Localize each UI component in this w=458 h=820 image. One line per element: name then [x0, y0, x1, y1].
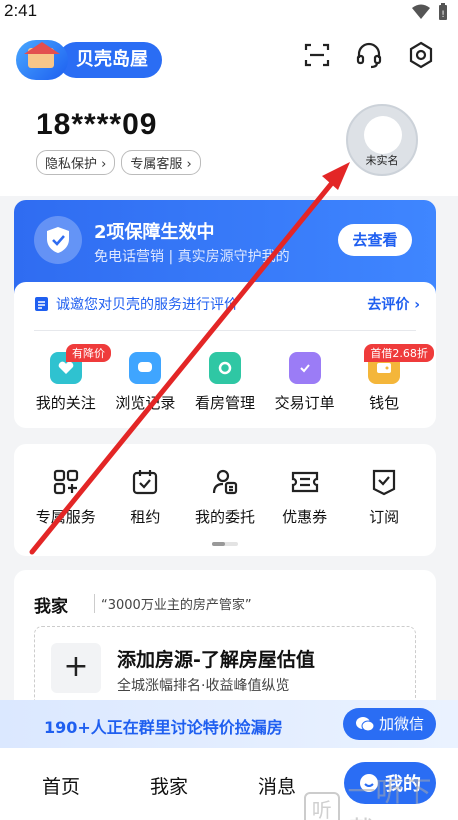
nav-messages[interactable]: 消息 — [258, 772, 296, 799]
settings-icon[interactable] — [406, 40, 436, 70]
calendar-icon — [129, 466, 161, 498]
app-logo: 贝壳岛屋 — [16, 40, 162, 80]
guarantee-title: 2项保障生效中 — [94, 222, 215, 243]
watermark: 听 一听下载 — [304, 770, 458, 820]
document-icon — [35, 297, 48, 311]
user-doc-icon — [209, 466, 241, 498]
evaluation-row[interactable]: 诚邀您对贝壳的服务进行评价 去评价 › — [34, 294, 420, 318]
service-entrust[interactable]: 我的委托 — [185, 466, 265, 527]
shortcut-viewing[interactable]: 看房管理 — [185, 352, 265, 413]
shortcut-orders[interactable]: 交易订单 — [265, 352, 345, 413]
guarantee-subtitle: 免电话营销 | 真实房源守护我的 — [94, 249, 290, 265]
privacy-chip[interactable]: 隐私保护 › — [36, 150, 116, 175]
headset-icon[interactable] — [354, 40, 384, 70]
add-property-title: 添加房源-了解房屋估值 — [117, 649, 315, 671]
grid-icon — [50, 466, 82, 498]
home-title: 我家 — [34, 597, 68, 617]
wifi-icon — [412, 4, 430, 19]
view-guarantee-button[interactable]: 去查看 — [338, 224, 412, 256]
shortcut-wallet[interactable]: 首借2.68折 钱包 — [344, 344, 434, 413]
avatar-face-icon — [364, 116, 402, 154]
divider — [34, 330, 416, 331]
battery-icon: ! — [439, 3, 447, 20]
price-drop-badge: 有降价 — [66, 344, 111, 362]
camera-icon — [208, 352, 241, 384]
service-lease[interactable]: 租约 — [106, 466, 186, 527]
wechat-icon — [355, 717, 375, 732]
home-subtitle: “3000万业主的房产管家” — [94, 594, 252, 613]
clipboard-icon — [288, 352, 321, 384]
shortcut-history[interactable]: 浏览记录 — [106, 352, 186, 413]
services-row: 专属服务 租约 我的委托 优惠券 订阅 — [14, 466, 436, 527]
status-bar: 2:41 ! — [0, 0, 458, 24]
avatar-verify-label: 未实名 — [365, 154, 399, 167]
service-subscribe[interactable]: 订阅 — [344, 466, 424, 527]
watermark-logo: 听 — [304, 792, 340, 820]
service-exclusive[interactable]: 专属服务 — [26, 466, 106, 527]
service-coupon[interactable]: 优惠券 — [265, 466, 345, 527]
shortcut-favorites[interactable]: 有降价 我的关注 — [26, 344, 111, 413]
group-text: 190+人正在群里讨论特价捡漏房 — [44, 718, 283, 737]
scan-icon[interactable] — [302, 40, 332, 70]
profile-header: 贝壳岛屋 18****09 隐私保护 › 专属客服 › 未实名 — [0, 24, 458, 196]
shortcuts-card: 诚邀您对贝壳的服务进行评价 去评价 › 有降价 我的关注 浏览记录 看房管理 交… — [14, 282, 436, 428]
message-icon — [129, 352, 162, 384]
island-house-icon — [16, 40, 68, 80]
user-phone: 18****09 — [36, 108, 158, 141]
shortcut-row: 有降价 我的关注 浏览记录 看房管理 交易订单 首借2.68折 钱包 — [14, 344, 436, 413]
page-indicator — [212, 542, 238, 546]
shield-icon — [34, 216, 82, 264]
evaluation-link[interactable]: 去评价 › — [367, 294, 420, 314]
status-time: 2:41 — [4, 1, 38, 20]
evaluation-text: 诚邀您对贝壳的服务进行评价 — [56, 297, 238, 313]
group-banner[interactable]: 190+人正在群里讨论特价捡漏房 加微信 — [0, 700, 458, 748]
add-wechat-button[interactable]: 加微信 — [342, 708, 436, 740]
avatar[interactable]: 未实名 — [346, 104, 418, 176]
nav-home[interactable]: 首页 — [42, 772, 80, 799]
watermark-text: 一听下载 — [347, 775, 432, 820]
services-card: 专属服务 租约 我的委托 优惠券 订阅 — [14, 444, 436, 556]
nav-myhome[interactable]: 我家 — [150, 772, 188, 799]
plus-icon: + — [51, 643, 101, 693]
loan-badge: 首借2.68折 — [364, 344, 434, 362]
svg-text:!: ! — [441, 10, 445, 20]
bookmark-icon — [368, 466, 400, 498]
service-chip[interactable]: 专属客服 › — [121, 150, 201, 175]
logo-text: 贝壳岛屋 — [58, 42, 162, 78]
add-property-subtitle: 全城涨幅排名·收益峰值纵览 — [117, 678, 290, 694]
ticket-icon — [289, 466, 321, 498]
